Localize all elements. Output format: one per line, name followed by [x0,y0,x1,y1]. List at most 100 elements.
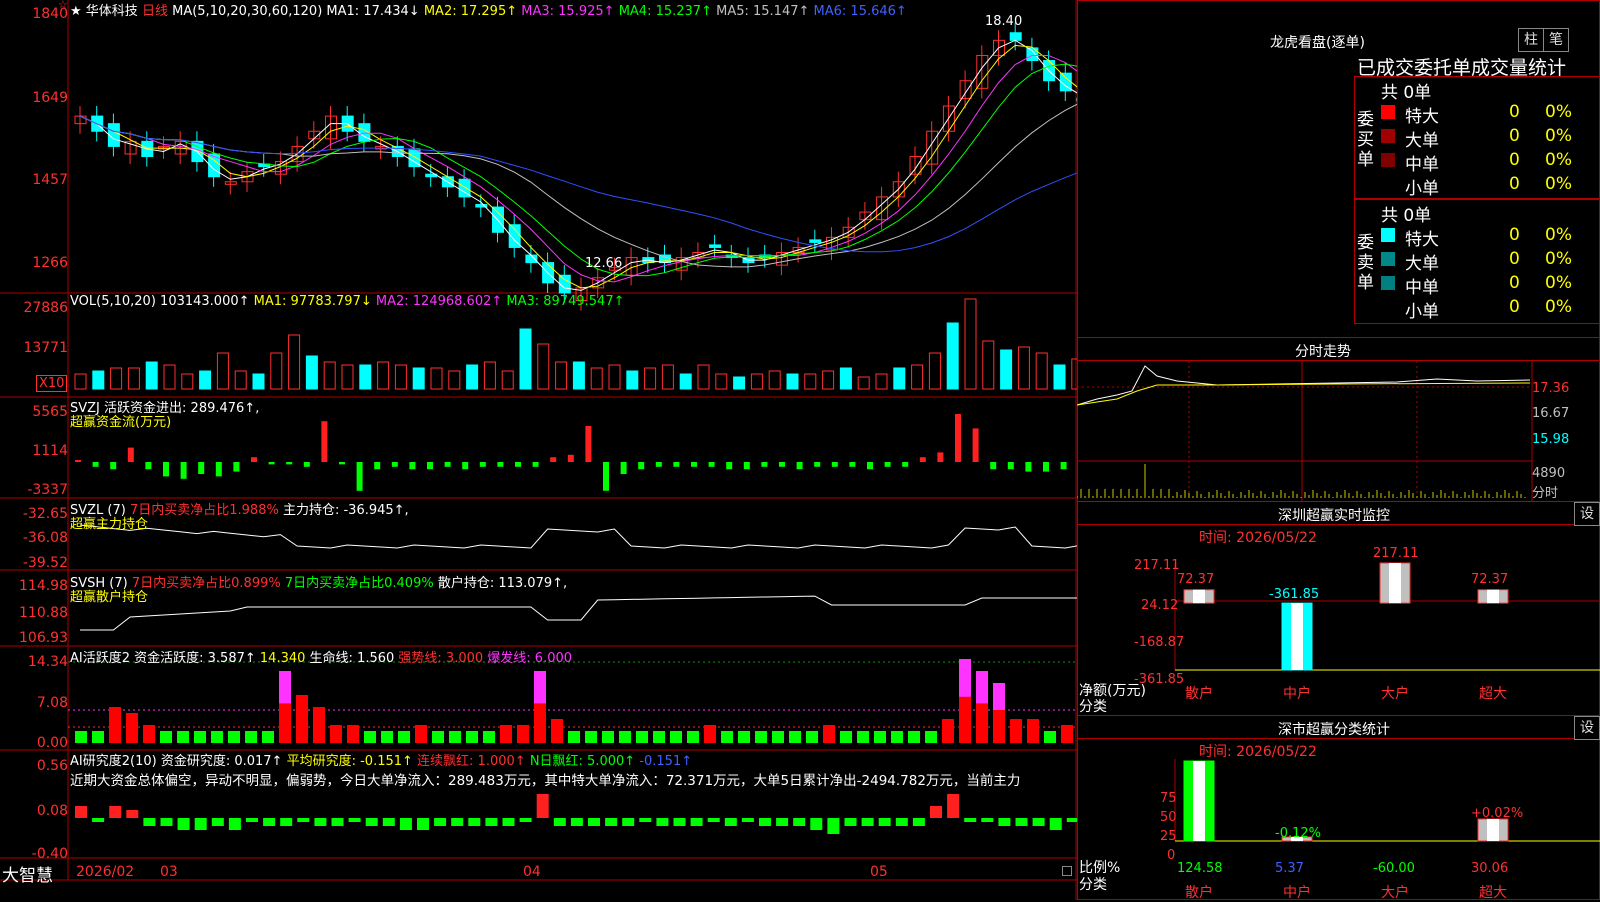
buy-rows: 特大 0 0% 大单 0 0% 中单 0 0% 小单 0 0% [1381,102,1600,199]
order-row: 中单 0 0% [1381,150,1600,175]
ma6-value: MA6: 15.646↑ [813,4,907,19]
research-bar [605,818,618,826]
research-bar [1049,818,1062,830]
retail-holding-line [80,595,1077,631]
classify-category: 超大 [1479,885,1507,901]
activity-bar [177,731,189,743]
flow-bar [462,462,469,470]
volume-bar [661,364,674,390]
classify-title: 深市超赢分类统计 [1278,722,1390,738]
activity-bar [160,731,172,743]
research-bar [998,818,1011,826]
ma4-value: MA4: 15.237↑ [618,4,712,19]
research-bar [912,818,925,826]
svzj-axis-3: -3337 [27,482,68,498]
sell-total: 共 0单 [1381,206,1432,226]
flow-bar [849,462,856,467]
svzj-axis-1: 5565 [32,404,68,420]
research-bar [75,806,87,818]
volume-bar [216,352,229,390]
volume-bar [555,361,568,390]
order-type: 大单 [1405,254,1439,274]
volume-bar [270,352,283,390]
volume-bar [750,373,763,390]
research-bar [160,818,173,826]
volume-bar [74,373,87,390]
volume-bar [199,370,212,390]
flow-bar [180,462,187,479]
volume-bar [127,367,140,390]
research-bar [776,818,789,826]
research-bar [536,794,549,818]
intraday-chart[interactable] [1077,361,1600,501]
volume-bar [804,373,817,390]
period-label[interactable]: 日线 [142,4,168,19]
min-price-label: 12.66 [585,256,623,271]
order-count: 0 [1509,297,1520,317]
flow-bar [1060,462,1067,470]
price-axis-2: 1649 [32,90,68,106]
classify-bar-highlight [1487,819,1499,841]
ma2-value: MA2: 17.295↑ [423,4,518,19]
lock-icon[interactable] [1062,866,1072,876]
research-bar [947,794,960,818]
order-count: 0 [1509,150,1520,170]
research-bar [810,818,823,830]
svzj-axis-2: 1114 [32,443,68,459]
order-count: 0 [1509,126,1520,146]
favorite-star-icon[interactable]: ★ [70,4,82,19]
classify-top-label: -0.12% [1275,826,1321,841]
research-bar [485,818,498,826]
volume-bar [359,364,372,390]
res-axis-3: -0.40 [31,846,68,862]
research-bar [639,818,652,822]
classify-settings-button[interactable]: 设 [1574,716,1600,740]
order-row: 小单 0 0% [1381,174,1600,199]
ma-line-3 [79,54,1077,283]
flow-bar [215,462,222,477]
volume-bar [483,361,496,390]
research-bar [878,818,891,826]
order-row: 大单 0 0% [1381,249,1600,274]
research-bar [1015,818,1028,826]
research-bar [741,818,754,822]
activity-bar [908,731,920,743]
research-bar [690,818,703,826]
svzl-subtitle: 超赢主力持仓 [70,517,149,532]
flow-bar [743,462,750,470]
activity-bar [806,731,818,743]
ai2-t5: 爆发线: 6.000 [487,651,573,666]
research-bar [793,818,806,826]
vol-label: VOL(5,10,20) [70,294,156,309]
volume-bar [163,364,176,390]
monitor-settings-button[interactable]: 设 [1574,502,1600,526]
monitor-title: 深圳超赢实时监控 [1278,508,1390,524]
ma1-value: MA1: 17.434↓ [326,4,420,19]
svsh-t1: 7日内买卖净占比0.899% [131,576,281,591]
order-type: 小单 [1405,302,1439,322]
activity-bar [398,731,410,743]
volume-bar [466,364,479,390]
ai2-t3: 生命线: 1.560 [309,651,395,666]
candle-body [1026,47,1039,62]
flow-bar [286,462,293,465]
res-t3: 连续飘红: 1.000↑ [417,754,526,769]
pen-mode-button[interactable]: 笔 [1543,28,1569,52]
activity-bar [585,731,597,743]
ma-line-5 [79,103,1077,268]
order-pct: 0% [1545,174,1572,194]
order-pct: 0% [1545,150,1572,170]
research-bar [502,818,515,826]
volume-bar [412,367,425,390]
research-bar [194,818,207,830]
bar-mode-button[interactable]: 柱 [1518,28,1544,52]
ai2-label: AI活跃度2 [70,651,130,666]
research-note: 近期大资金总体偏空，异动不明显，偏弱势，今日大单净流入：289.483万元，其中… [70,773,1021,789]
order-type: 中单 [1405,155,1439,175]
research-bar [673,818,686,826]
activity-top [993,683,1005,710]
monitor-bar-highlight [1291,603,1303,670]
flow-bar [620,462,627,474]
ma-line-1 [79,39,1077,291]
activity-bar [432,731,444,743]
